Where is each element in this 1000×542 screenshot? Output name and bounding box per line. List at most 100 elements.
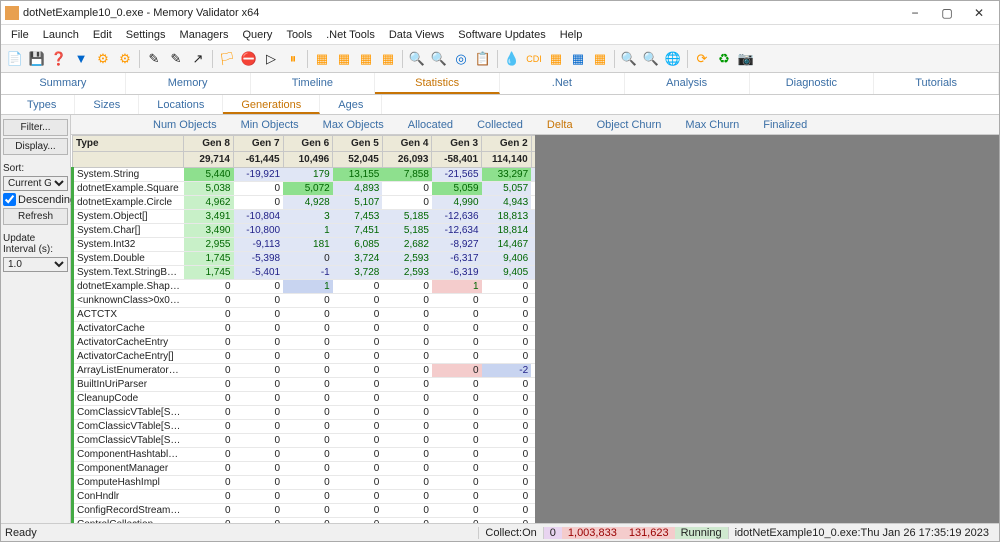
cdi-icon[interactable]: CDI — [524, 49, 544, 69]
col-header[interactable]: Gen 7 — [234, 136, 284, 152]
table-row[interactable]: <unknownClass>0x075368be[]000000001 — [73, 294, 536, 308]
col-header[interactable]: Gen 4 — [382, 136, 432, 152]
tab-statistics[interactable]: Statistics — [375, 73, 500, 94]
snap2-icon[interactable]: ▦ — [334, 49, 354, 69]
table-row[interactable]: ActivatorCache000000001 — [73, 322, 536, 336]
grid3-icon[interactable]: ▦ — [590, 49, 610, 69]
table-row[interactable]: System.Text.StringBuilder1,745-5,401-13,… — [73, 266, 536, 280]
col-header[interactable]: Gen 3 — [432, 136, 482, 152]
subtab-generations[interactable]: Generations — [223, 95, 320, 114]
grid1-icon[interactable]: ▦ — [546, 49, 566, 69]
maximize-button[interactable]: ▢ — [931, 3, 963, 23]
view-num-objects[interactable]: Num Objects — [141, 115, 229, 134]
view-max-churn[interactable]: Max Churn — [673, 115, 751, 134]
table-row[interactable]: dotnetExample.Square5,03805,0724,89305,0… — [73, 182, 536, 196]
menu-dataviews[interactable]: Data Views — [383, 27, 450, 43]
menu-help[interactable]: Help — [554, 27, 589, 43]
sort-select[interactable]: Current Generation — [3, 176, 68, 191]
table-row[interactable]: ComponentManager000000001 — [73, 462, 536, 476]
save-icon[interactable]: 💾 — [27, 49, 47, 69]
view-allocated[interactable]: Allocated — [396, 115, 465, 134]
help-icon[interactable]: ❓ — [49, 49, 69, 69]
target-icon[interactable]: ◎ — [451, 49, 471, 69]
col-header[interactable]: Gen 1 — [531, 136, 535, 152]
tab-net[interactable]: .Net — [500, 73, 625, 94]
menu-tools[interactable]: Tools — [280, 27, 318, 43]
subtab-locations[interactable]: Locations — [139, 95, 223, 114]
table-row[interactable]: CleanupCode000000004 — [73, 392, 536, 406]
flag-icon[interactable]: 🏳 — [217, 49, 237, 69]
gear-icon[interactable]: ⚙ — [93, 49, 113, 69]
menu-managers[interactable]: Managers — [174, 27, 235, 43]
table-row[interactable]: ConfigRecordStreamInfo000000001 — [73, 504, 536, 518]
arrow-icon[interactable]: ↗ — [188, 49, 208, 69]
menu-launch[interactable]: Launch — [37, 27, 85, 43]
camera-icon[interactable]: 📷 — [736, 49, 756, 69]
subtab-sizes[interactable]: Sizes — [75, 95, 139, 114]
table-row[interactable]: System.Double1,745-5,39803,7242,593-6,31… — [73, 252, 536, 266]
table-row[interactable]: ComClassicVTable[System.IConfig...000000… — [73, 420, 536, 434]
zoom-in-icon[interactable]: 🔍 — [429, 49, 449, 69]
pause-icon[interactable]: ⏸ — [283, 49, 303, 69]
tab-analysis[interactable]: Analysis — [625, 73, 750, 94]
view-finalized[interactable]: Finalized — [751, 115, 819, 134]
minimize-button[interactable]: − — [899, 3, 931, 23]
snap1-icon[interactable]: ▦ — [312, 49, 332, 69]
snap3-icon[interactable]: ▦ — [356, 49, 376, 69]
search-icon[interactable]: 🔍 — [619, 49, 639, 69]
table-row[interactable]: ActivatorCacheEntry000000001 — [73, 336, 536, 350]
filter-button[interactable]: Filter... — [3, 119, 68, 136]
col-header[interactable]: Gen 8 — [184, 136, 234, 152]
table-row[interactable]: dotnetExample.Shape[]001001001 — [73, 280, 536, 294]
col-header[interactable]: Gen 2 — [482, 136, 532, 152]
interval-select[interactable]: 1.0 — [3, 257, 68, 272]
table-row[interactable]: ComClassicVTable[System.Config...0000000… — [73, 406, 536, 420]
display-button[interactable]: Display... — [3, 138, 68, 155]
wand-icon[interactable]: ✎ — [144, 49, 164, 69]
tab-tutorials[interactable]: Tutorials — [874, 73, 999, 94]
menu-edit[interactable]: Edit — [87, 27, 118, 43]
view-min-objects[interactable]: Min Objects — [229, 115, 311, 134]
col-header[interactable]: Gen 5 — [333, 136, 383, 152]
zoom-out-icon[interactable]: 🔍 — [407, 49, 427, 69]
table-row[interactable]: System.Char[]3,490-10,80017,4515,185-12,… — [73, 224, 536, 238]
tab-timeline[interactable]: Timeline — [251, 73, 376, 94]
descending-checkbox[interactable]: Descending — [3, 193, 68, 206]
drop-icon[interactable]: 💧 — [502, 49, 522, 69]
table-row[interactable]: System.Object[]3,491-10,80437,4535,185-1… — [73, 210, 536, 224]
globe-icon[interactable]: 🌐 — [663, 49, 683, 69]
view-max-objects[interactable]: Max Objects — [311, 115, 396, 134]
snap4-icon[interactable]: ▦ — [378, 49, 398, 69]
table-row[interactable]: System.Int322,955-9,1131816,0852,682-8,9… — [73, 238, 536, 252]
table-row[interactable]: ArrayListEnumeratorSimple000000-203 — [73, 364, 536, 378]
search2-icon[interactable]: 🔍 — [641, 49, 661, 69]
new-icon[interactable]: 📄 — [5, 49, 25, 69]
table-row[interactable]: dotnetExample.Circle4,96204,9285,10704,9… — [73, 196, 536, 210]
view-object-churn[interactable]: Object Churn — [585, 115, 674, 134]
subtab-types[interactable]: Types — [9, 95, 75, 114]
close-button[interactable]: ✕ — [963, 3, 995, 23]
tab-diagnostic[interactable]: Diagnostic — [750, 73, 875, 94]
menu-nettools[interactable]: .Net Tools — [320, 27, 381, 43]
doc-icon[interactable]: 📋 — [473, 49, 493, 69]
menu-softwareupdates[interactable]: Software Updates — [452, 27, 551, 43]
table-row[interactable]: ACTCTX000000001 — [73, 308, 536, 322]
view-delta[interactable]: Delta — [535, 115, 585, 134]
table-row[interactable]: BuiltInUriParser0000000014 — [73, 378, 536, 392]
gear2-icon[interactable]: ⚙ — [115, 49, 135, 69]
recycle-icon[interactable]: ♻ — [714, 49, 734, 69]
refresh-button[interactable]: Refresh — [3, 208, 68, 225]
wand2-icon[interactable]: ✎ — [166, 49, 186, 69]
subtab-ages[interactable]: Ages — [320, 95, 382, 114]
tab-memory[interactable]: Memory — [126, 73, 251, 94]
play-icon[interactable]: ▷ — [261, 49, 281, 69]
refresh-icon[interactable]: ⟳ — [692, 49, 712, 69]
col-header[interactable]: Type — [73, 136, 184, 152]
table-row[interactable]: ComClassicVTable[System.Object]000000001 — [73, 434, 536, 448]
table-row[interactable]: ActivatorCacheEntry[]000000001 — [73, 350, 536, 364]
filter-icon[interactable]: ▼ — [71, 49, 91, 69]
stop-icon[interactable]: ⛔ — [239, 49, 259, 69]
table-row[interactable]: ComponentHashtableEntry000000001 — [73, 448, 536, 462]
table-row[interactable]: ComputeHashImpl000000001 — [73, 476, 536, 490]
col-header[interactable]: Gen 6 — [283, 136, 333, 152]
